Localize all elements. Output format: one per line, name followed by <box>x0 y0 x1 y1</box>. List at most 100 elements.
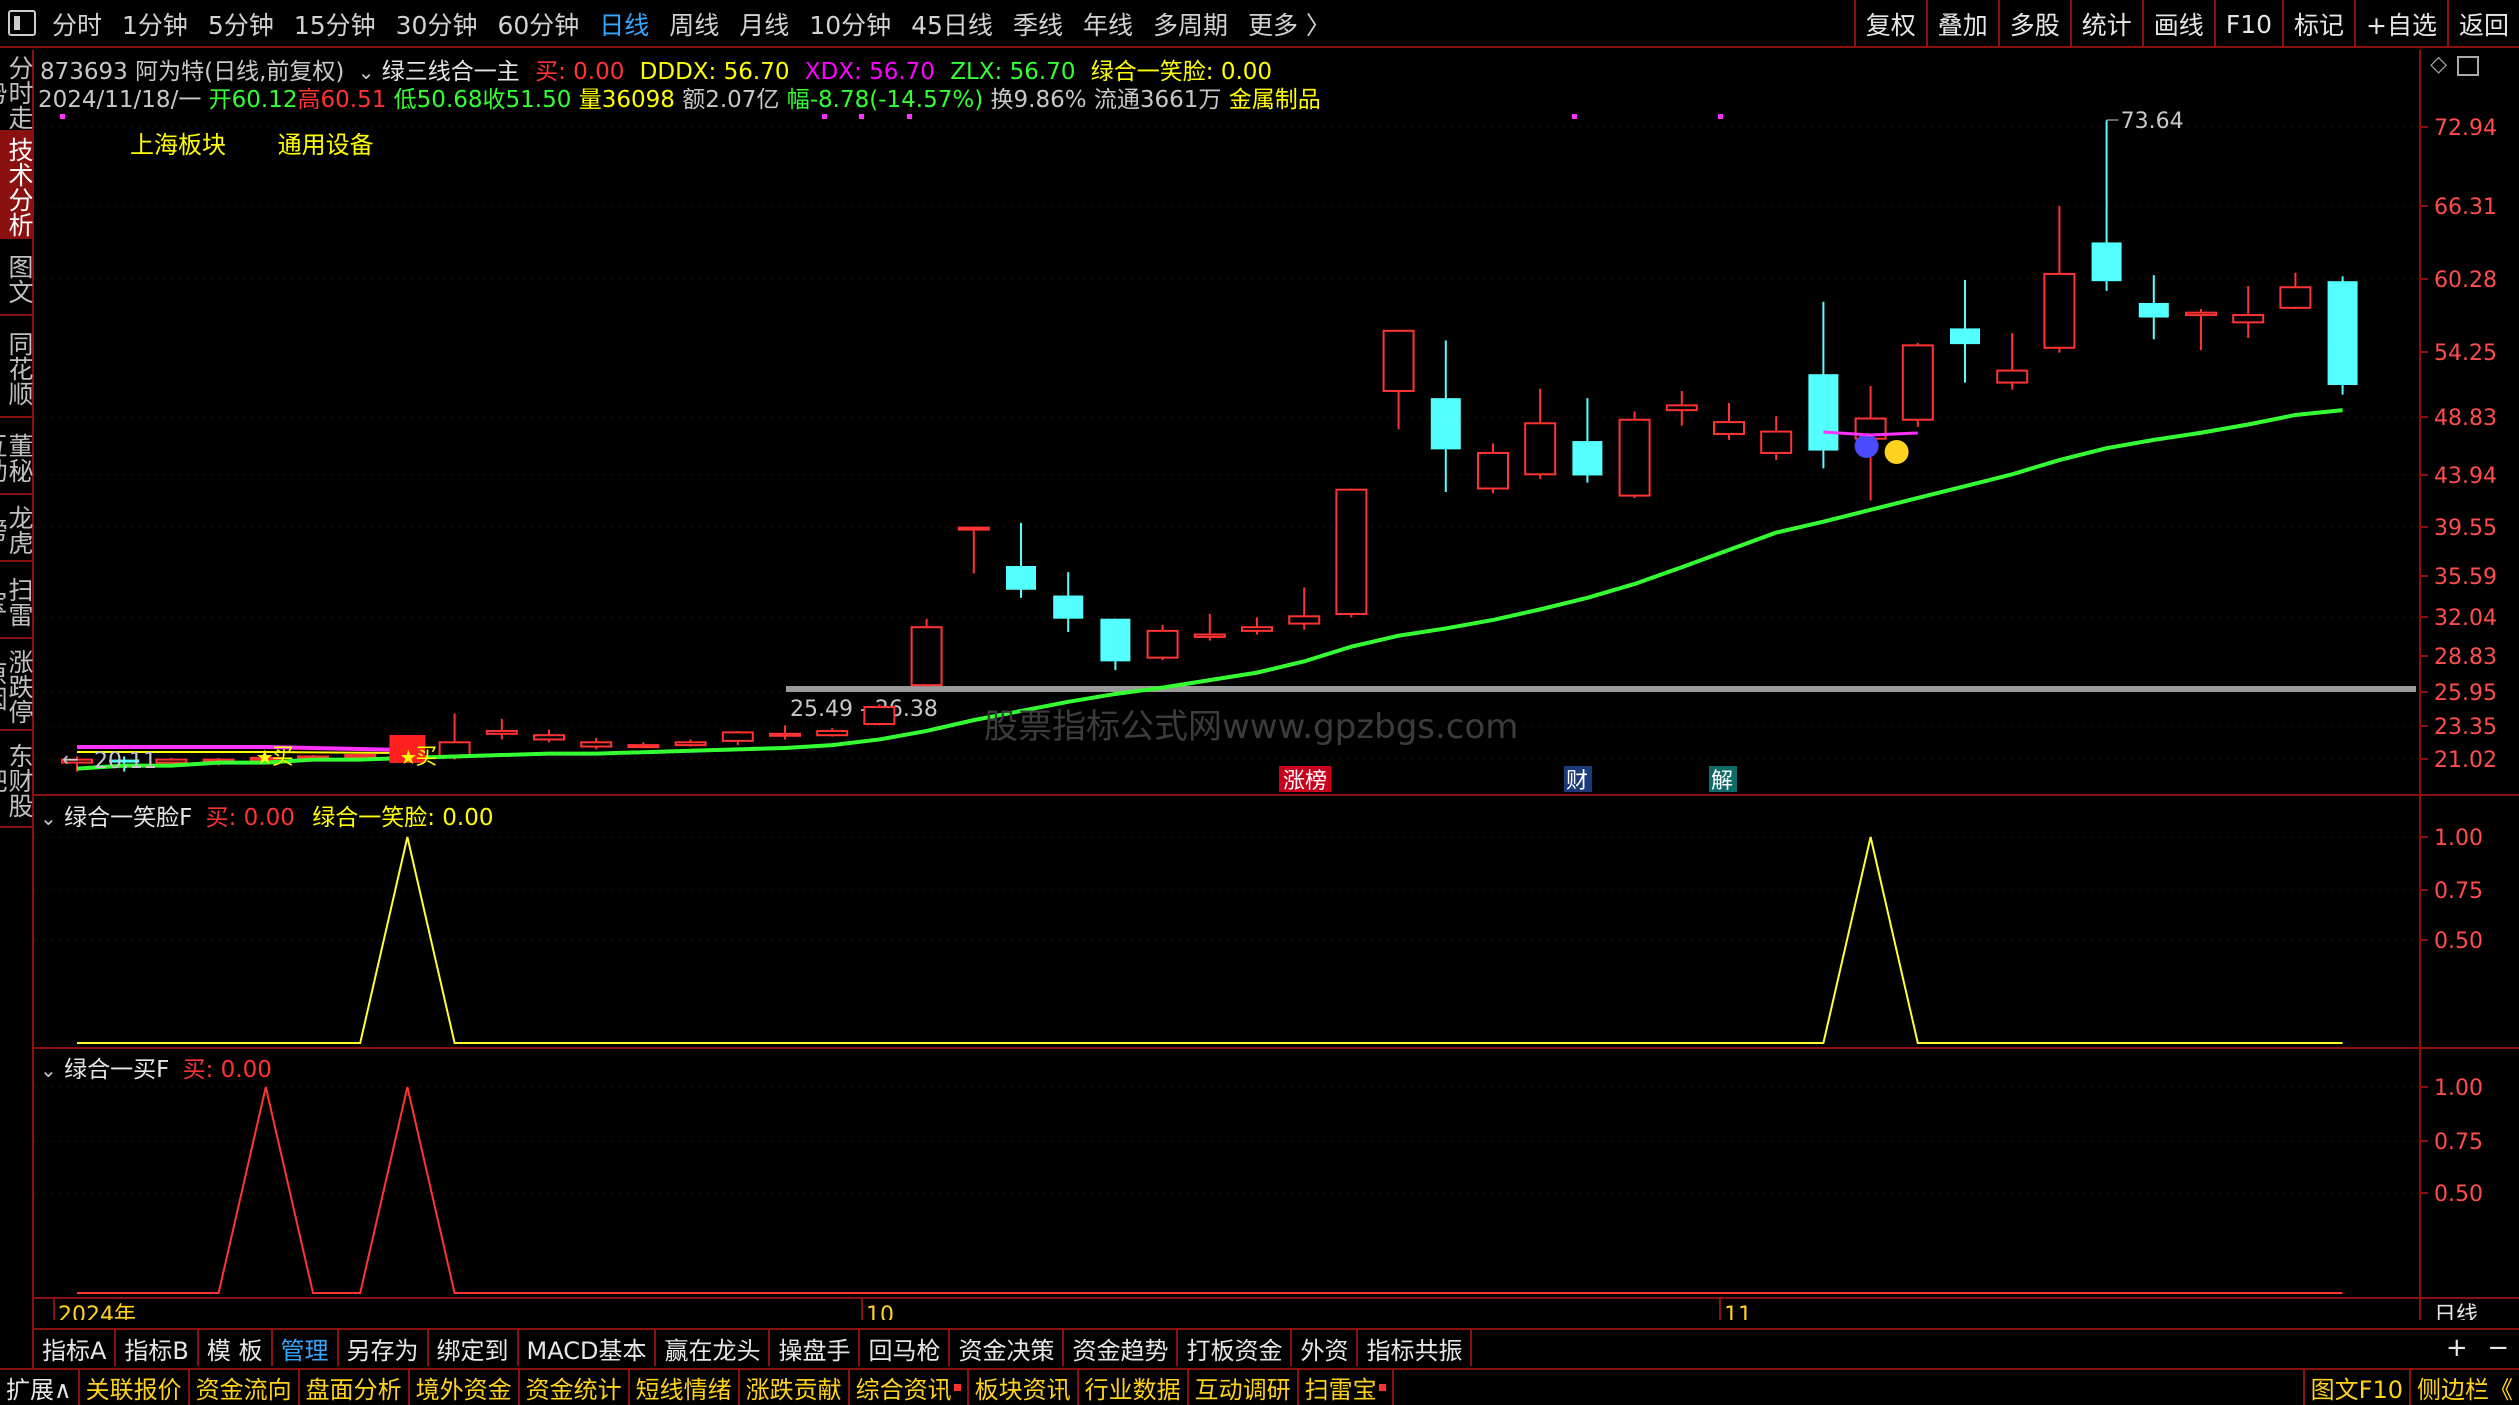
tag-shanghai[interactable]: 上海板块 <box>130 131 226 159</box>
side-tab-4[interactable]: 董秘互动 <box>0 418 34 493</box>
indicator-tab-6[interactable]: MACD基本 <box>519 1330 657 1366</box>
side-tab-7[interactable]: 涨跌停原因 <box>0 639 34 729</box>
indicator-tab-0[interactable]: 指标A <box>34 1330 117 1366</box>
chart-area[interactable]: 72.94 66.31 60.28 54.25 48.83 43.94 39.55 35.59… <box>34 50 2519 1328</box>
zoom-in-button[interactable]: + <box>2446 1333 2468 1363</box>
quote-amount: 额2.07亿 <box>682 87 780 113</box>
quote-sector[interactable]: 金属制品 <box>1229 87 1321 113</box>
status-item-2[interactable]: 资金流向 <box>190 1370 300 1405</box>
period-tab-14[interactable]: 更多 〉 <box>1238 6 1341 42</box>
diamond-icon[interactable]: ◇ <box>2430 52 2447 77</box>
candle-body-down <box>2138 302 2169 318</box>
period-tab-5[interactable]: 60分钟 <box>487 6 589 42</box>
period-tab-3[interactable]: 15分钟 <box>284 6 386 42</box>
period-tab-8[interactable]: 月线 <box>729 6 799 42</box>
period-tab-0[interactable]: 分时 <box>42 6 112 42</box>
watermark-text: 股票指标公式网www.gpzbgs.com <box>984 707 1518 747</box>
side-tab-1[interactable]: 技术分析 <box>0 132 34 237</box>
indicator-tab-10[interactable]: 资金决策 <box>950 1330 1065 1366</box>
indicator-tab-1[interactable]: 指标B <box>116 1330 199 1366</box>
indicator-tab-3[interactable]: 管理 <box>273 1330 339 1366</box>
toolbar-button-6[interactable]: 标记 <box>2282 0 2354 48</box>
panel1-title: 绿合一笑脸F <box>64 805 193 831</box>
y-tick-label: 25.95 <box>2434 681 2497 706</box>
period-tab-12[interactable]: 年线 <box>1073 6 1143 42</box>
status-item-11[interactable]: 互动调研 <box>1189 1370 1299 1405</box>
status-item-label: 综合资讯 <box>855 1376 952 1404</box>
indicator-tab-13[interactable]: 外资 <box>1292 1330 1359 1366</box>
toolbar-button-2[interactable]: 多股 <box>1997 0 2070 48</box>
period-tab-13[interactable]: 多周期 <box>1143 6 1238 42</box>
status-item-label: 资金统计 <box>525 1376 622 1404</box>
candle-body-up <box>1288 615 1321 625</box>
panel2-title: 绿合一买F <box>64 1057 170 1083</box>
status-right-item-1[interactable]: 侧边栏《 <box>2409 1370 2519 1405</box>
status-item-4[interactable]: 境外资金 <box>410 1370 520 1405</box>
side-tab-3[interactable]: 同花顺10 <box>0 316 34 416</box>
status-item-12[interactable]: 扫雷宝 <box>1299 1370 1394 1405</box>
toolbar-button-0[interactable]: 复权 <box>1853 0 1926 48</box>
panel-toggle-icon[interactable] <box>2457 56 2479 76</box>
side-tab-0[interactable]: 分时走势 <box>0 50 34 130</box>
status-item-7[interactable]: 涨跌贡献 <box>740 1370 850 1405</box>
chart-canvas[interactable]: 72.94 66.31 60.28 54.25 48.83 43.94 39.55 35.59… <box>34 50 2519 1328</box>
toolbar-button-5[interactable]: F10 <box>2213 0 2282 48</box>
toolbar-button-1[interactable]: 叠加 <box>1925 0 1998 48</box>
indicator-tab-11[interactable]: 资金趋势 <box>1064 1330 1179 1366</box>
candle-body-down <box>1053 595 1084 619</box>
period-tab-2[interactable]: 5分钟 <box>198 6 284 42</box>
status-item-9[interactable]: 板块资讯 <box>969 1370 1079 1405</box>
side-tab-8[interactable]: 东财股吧 <box>0 731 34 826</box>
status-item-8[interactable]: 综合资讯 <box>850 1370 969 1405</box>
event-badge-label: 涨榜 <box>1283 769 1327 794</box>
side-tab-2[interactable]: 图文10 <box>0 239 34 314</box>
status-item-6[interactable]: 短线情绪 <box>630 1370 740 1405</box>
window-layout-icon[interactable] <box>8 10 36 36</box>
notification-dot <box>953 1384 961 1391</box>
indicator-tab-2[interactable]: 模 板 <box>199 1330 273 1366</box>
period-tab-1[interactable]: 1分钟 <box>112 6 198 42</box>
status-item-10[interactable]: 行业数据 <box>1079 1370 1189 1405</box>
side-tab-5[interactable]: 龙虎榜 <box>0 495 34 560</box>
indicator-tab-12[interactable]: 打板资金 <box>1178 1330 1293 1366</box>
toolbar-right-buttons: 复权 叠加 多股 统计 画线 F10 标记 +自选 返回 <box>1853 0 2519 48</box>
x-axis-label: 11 <box>1724 1303 1752 1320</box>
side-tab-6[interactable]: 扫雷宝 <box>0 562 34 637</box>
status-item-3[interactable]: 盘面分析 <box>300 1370 410 1405</box>
period-tab-7[interactable]: 周线 <box>659 6 729 42</box>
panel2-collapse-icon[interactable]: ⌄ <box>40 1058 57 1082</box>
indicator-tab-8[interactable]: 操盘手 <box>770 1330 861 1366</box>
status-item-label: 涨跌贡献 <box>745 1376 842 1404</box>
indicator-tab-4[interactable]: 另存为 <box>339 1330 429 1366</box>
toolbar-button-4[interactable]: 画线 <box>2141 0 2214 48</box>
candle-body-up <box>580 741 613 748</box>
zoom-out-button[interactable]: − <box>2487 1333 2509 1363</box>
indicator-tab-14[interactable]: 指标共振 <box>1358 1330 1473 1366</box>
period-tab-6[interactable]: 日线 <box>589 6 659 42</box>
indicator-tab-7[interactable]: 赢在龙头 <box>656 1330 771 1366</box>
toolbar-button-3[interactable]: 统计 <box>2069 0 2142 48</box>
toolbar-button-7[interactable]: +自选 <box>2354 0 2447 48</box>
status-item-label: 行业数据 <box>1084 1376 1181 1404</box>
toolbar-button-8[interactable]: 返回 <box>2446 0 2519 48</box>
panel1-collapse-icon[interactable]: ⌄ <box>40 806 57 830</box>
tag-equipment[interactable]: 通用设备 <box>278 131 374 159</box>
status-item-0[interactable]: 扩展∧ <box>0 1370 80 1405</box>
indicator-tab-5[interactable]: 绑定到 <box>429 1330 519 1366</box>
period-tab-9[interactable]: 10分钟 <box>799 6 901 42</box>
notification-dot <box>1378 1384 1386 1391</box>
status-right-item-0[interactable]: 图文F10 <box>2302 1370 2409 1405</box>
period-tab-11[interactable]: 季线 <box>1003 6 1073 42</box>
candle-body-up <box>910 626 943 687</box>
y-tick-label: 48.83 <box>2434 406 2497 431</box>
status-item-5[interactable]: 资金统计 <box>520 1370 630 1405</box>
status-item-1[interactable]: 关联报价 <box>80 1370 190 1405</box>
signal-dot <box>907 114 912 119</box>
candle-body-up <box>1996 369 2029 384</box>
period-tab-4[interactable]: 30分钟 <box>386 6 488 42</box>
indicator-tab-9[interactable]: 回马枪 <box>860 1330 951 1366</box>
panel2-header: ⌄ 绿合一买F 买: 0.00 <box>40 1050 272 1084</box>
period-tab-10[interactable]: 45日线 <box>901 6 1003 42</box>
candle-body-up <box>769 732 801 737</box>
candle-body-up <box>2279 286 2312 309</box>
